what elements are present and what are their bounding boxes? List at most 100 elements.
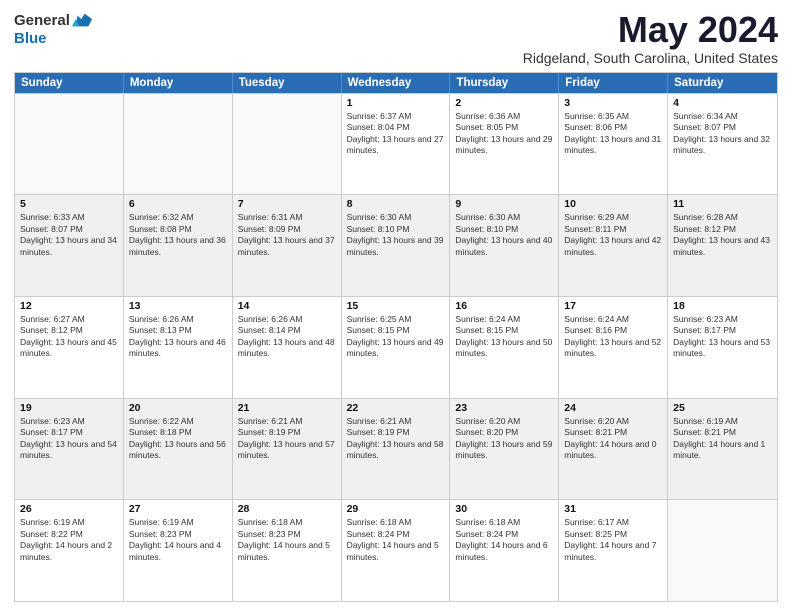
day-number: 12	[20, 300, 118, 312]
day-info: Sunrise: 6:34 AM Sunset: 8:07 PM Dayligh…	[673, 111, 772, 157]
day-info: Sunrise: 6:17 AM Sunset: 8:25 PM Dayligh…	[564, 517, 662, 563]
calendar-cell: 29 Sunrise: 6:18 AM Sunset: 8:24 PM Dayli…	[342, 500, 451, 601]
logo: General Blue	[14, 10, 92, 47]
logo-blue-text: Blue	[14, 30, 47, 47]
day-number: 5	[20, 198, 118, 210]
day-info: Sunrise: 6:26 AM Sunset: 8:13 PM Dayligh…	[129, 314, 227, 360]
day-number: 25	[673, 402, 772, 414]
calendar-cell: 23 Sunrise: 6:20 AM Sunset: 8:20 PM Dayli…	[450, 399, 559, 500]
day-info: Sunrise: 6:29 AM Sunset: 8:11 PM Dayligh…	[564, 212, 662, 258]
page: General Blue May 2024 Ridgeland, South C…	[0, 0, 792, 612]
day-number: 3	[564, 97, 662, 109]
calendar-cell: 9 Sunrise: 6:30 AM Sunset: 8:10 PM Daylig…	[450, 195, 559, 296]
day-number: 16	[455, 300, 553, 312]
day-number: 10	[564, 198, 662, 210]
calendar-cell: 22 Sunrise: 6:21 AM Sunset: 8:19 PM Dayli…	[342, 399, 451, 500]
day-number: 21	[238, 402, 336, 414]
day-info: Sunrise: 6:20 AM Sunset: 8:20 PM Dayligh…	[455, 416, 553, 462]
day-number: 4	[673, 97, 772, 109]
day-number: 26	[20, 503, 118, 515]
day-info: Sunrise: 6:25 AM Sunset: 8:15 PM Dayligh…	[347, 314, 445, 360]
calendar-cell: 20 Sunrise: 6:22 AM Sunset: 8:18 PM Dayli…	[124, 399, 233, 500]
calendar-cell: 31 Sunrise: 6:17 AM Sunset: 8:25 PM Dayli…	[559, 500, 668, 601]
day-info: Sunrise: 6:19 AM Sunset: 8:23 PM Dayligh…	[129, 517, 227, 563]
logo-icon	[72, 10, 92, 30]
calendar-cell: 18 Sunrise: 6:23 AM Sunset: 8:17 PM Dayli…	[668, 297, 777, 398]
calendar-cell	[233, 94, 342, 195]
day-number: 1	[347, 97, 445, 109]
calendar-header-day-wednesday: Wednesday	[342, 73, 451, 93]
calendar-cell: 26 Sunrise: 6:19 AM Sunset: 8:22 PM Dayli…	[15, 500, 124, 601]
day-info: Sunrise: 6:30 AM Sunset: 8:10 PM Dayligh…	[347, 212, 445, 258]
day-info: Sunrise: 6:24 AM Sunset: 8:16 PM Dayligh…	[564, 314, 662, 360]
calendar-week-2: 5 Sunrise: 6:33 AM Sunset: 8:07 PM Daylig…	[15, 194, 777, 296]
day-info: Sunrise: 6:23 AM Sunset: 8:17 PM Dayligh…	[20, 416, 118, 462]
day-number: 15	[347, 300, 445, 312]
calendar-cell: 12Sunrise: 6:27 AM Sunset: 8:12 PM Dayli…	[15, 297, 124, 398]
day-number: 29	[347, 503, 445, 515]
header-right: May 2024 Ridgeland, South Carolina, Unit…	[523, 10, 778, 66]
calendar-header-day-friday: Friday	[559, 73, 668, 93]
logo-general-text: General	[14, 12, 70, 29]
calendar-header-day-tuesday: Tuesday	[233, 73, 342, 93]
day-info: Sunrise: 6:31 AM Sunset: 8:09 PM Dayligh…	[238, 212, 336, 258]
calendar-week-4: 19Sunrise: 6:23 AM Sunset: 8:17 PM Dayli…	[15, 398, 777, 500]
day-info: Sunrise: 6:18 AM Sunset: 8:24 PM Dayligh…	[347, 517, 445, 563]
calendar-body: 1Sunrise: 6:37 AM Sunset: 8:04 PM Daylig…	[15, 93, 777, 601]
day-info: Sunrise: 6:26 AM Sunset: 8:14 PM Dayligh…	[238, 314, 336, 360]
calendar-cell: 30Sunrise: 6:18 AM Sunset: 8:24 PM Dayli…	[450, 500, 559, 601]
day-number: 20	[129, 402, 227, 414]
calendar-cell: 19Sunrise: 6:23 AM Sunset: 8:17 PM Dayli…	[15, 399, 124, 500]
calendar-cell: 14Sunrise: 6:26 AM Sunset: 8:14 PM Dayli…	[233, 297, 342, 398]
calendar-cell: 15 Sunrise: 6:25 AM Sunset: 8:15 PM Dayli…	[342, 297, 451, 398]
day-info: Sunrise: 6:36 AM Sunset: 8:05 PM Dayligh…	[455, 111, 553, 157]
calendar-cell: 17Sunrise: 6:24 AM Sunset: 8:16 PM Dayli…	[559, 297, 668, 398]
calendar-cell: 16 Sunrise: 6:24 AM Sunset: 8:15 PM Dayli…	[450, 297, 559, 398]
day-number: 22	[347, 402, 445, 414]
day-number: 23	[455, 402, 553, 414]
day-info: Sunrise: 6:35 AM Sunset: 8:06 PM Dayligh…	[564, 111, 662, 157]
day-info: Sunrise: 6:21 AM Sunset: 8:19 PM Dayligh…	[347, 416, 445, 462]
day-number: 9	[455, 198, 553, 210]
day-number: 28	[238, 503, 336, 515]
day-number: 27	[129, 503, 227, 515]
calendar-cell	[124, 94, 233, 195]
calendar-header-row: SundayMondayTuesdayWednesdayThursdayFrid…	[15, 73, 777, 93]
day-info: Sunrise: 6:30 AM Sunset: 8:10 PM Dayligh…	[455, 212, 553, 258]
calendar: SundayMondayTuesdayWednesdayThursdayFrid…	[14, 72, 778, 602]
day-info: Sunrise: 6:32 AM Sunset: 8:08 PM Dayligh…	[129, 212, 227, 258]
calendar-cell: 27 Sunrise: 6:19 AM Sunset: 8:23 PM Dayli…	[124, 500, 233, 601]
day-number: 2	[455, 97, 553, 109]
day-number: 13	[129, 300, 227, 312]
calendar-cell: 6 Sunrise: 6:32 AM Sunset: 8:08 PM Daylig…	[124, 195, 233, 296]
day-info: Sunrise: 6:28 AM Sunset: 8:12 PM Dayligh…	[673, 212, 772, 258]
month-title: May 2024	[523, 10, 778, 50]
day-info: Sunrise: 6:24 AM Sunset: 8:15 PM Dayligh…	[455, 314, 553, 360]
calendar-cell: 1Sunrise: 6:37 AM Sunset: 8:04 PM Daylig…	[342, 94, 451, 195]
day-number: 6	[129, 198, 227, 210]
day-number: 18	[673, 300, 772, 312]
calendar-header-day-saturday: Saturday	[668, 73, 777, 93]
calendar-cell: 11 Sunrise: 6:28 AM Sunset: 8:12 PM Dayli…	[668, 195, 777, 296]
calendar-cell: 7Sunrise: 6:31 AM Sunset: 8:09 PM Daylig…	[233, 195, 342, 296]
day-info: Sunrise: 6:33 AM Sunset: 8:07 PM Dayligh…	[20, 212, 118, 258]
day-info: Sunrise: 6:19 AM Sunset: 8:21 PM Dayligh…	[673, 416, 772, 462]
calendar-header-day-monday: Monday	[124, 73, 233, 93]
calendar-header-day-sunday: Sunday	[15, 73, 124, 93]
calendar-cell: 25 Sunrise: 6:19 AM Sunset: 8:21 PM Dayli…	[668, 399, 777, 500]
calendar-header-day-thursday: Thursday	[450, 73, 559, 93]
day-info: Sunrise: 6:19 AM Sunset: 8:22 PM Dayligh…	[20, 517, 118, 563]
calendar-cell	[15, 94, 124, 195]
calendar-cell: 5 Sunrise: 6:33 AM Sunset: 8:07 PM Daylig…	[15, 195, 124, 296]
day-number: 11	[673, 198, 772, 210]
day-number: 31	[564, 503, 662, 515]
calendar-cell	[668, 500, 777, 601]
calendar-cell: 13 Sunrise: 6:26 AM Sunset: 8:13 PM Dayli…	[124, 297, 233, 398]
location-title: Ridgeland, South Carolina, United States	[523, 50, 778, 66]
day-number: 8	[347, 198, 445, 210]
day-info: Sunrise: 6:22 AM Sunset: 8:18 PM Dayligh…	[129, 416, 227, 462]
calendar-cell: 28Sunrise: 6:18 AM Sunset: 8:23 PM Dayli…	[233, 500, 342, 601]
day-number: 24	[564, 402, 662, 414]
day-info: Sunrise: 6:18 AM Sunset: 8:24 PM Dayligh…	[455, 517, 553, 563]
day-info: Sunrise: 6:23 AM Sunset: 8:17 PM Dayligh…	[673, 314, 772, 360]
